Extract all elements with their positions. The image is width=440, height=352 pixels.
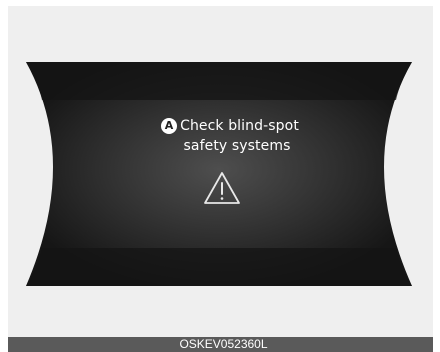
warning-message: A Check blind-spot safety systems <box>0 116 440 156</box>
figure-code-bar: OSKEV052360L <box>8 337 433 352</box>
display-bottom-shade <box>26 248 412 286</box>
callout-badge: A <box>161 118 178 134</box>
message-text-1: Check blind-spot <box>180 118 299 134</box>
message-text-2: safety systems <box>183 138 291 154</box>
warning-triangle-icon <box>204 172 240 204</box>
figure-code: OSKEV052360L <box>179 337 268 351</box>
display-top-shade <box>26 62 412 100</box>
message-line-1: A Check blind-spot <box>161 116 299 136</box>
